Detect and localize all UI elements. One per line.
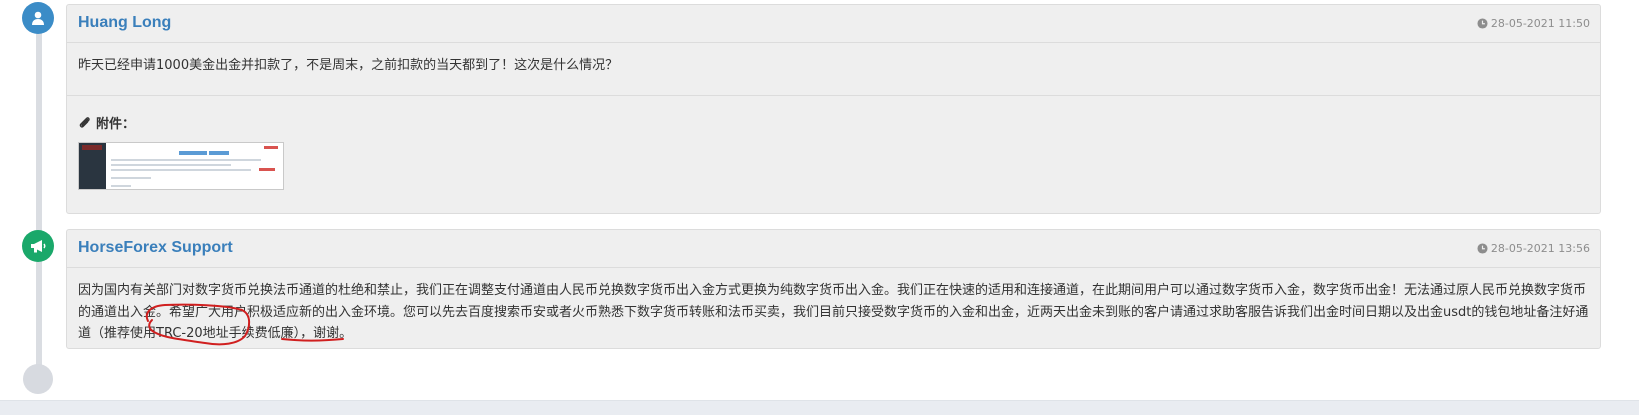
- attachment-thumbnail[interactable]: [78, 142, 284, 190]
- clock-icon: [1477, 243, 1488, 254]
- timeline-end-dot: [23, 364, 53, 394]
- timestamp-text: 28-05-2021 11:50: [1490, 17, 1590, 30]
- page-footer-strip: [0, 400, 1639, 415]
- megaphone-icon: [31, 240, 46, 253]
- ticket-reply-card: Huang Long 28-05-2021 11:50 昨天已经申请1000美金…: [66, 4, 1601, 214]
- timeline-line: [36, 16, 42, 376]
- reply-header: Huang Long 28-05-2021 11:50: [67, 5, 1600, 43]
- author-name: HorseForex Support: [78, 239, 233, 256]
- author-name: Huang Long: [78, 14, 172, 31]
- ticket-reply-card: HorseForex Support 28-05-2021 13:56 因为国内…: [66, 229, 1601, 349]
- support-avatar: [22, 230, 54, 262]
- reply-header: HorseForex Support 28-05-2021 13:56: [67, 230, 1600, 268]
- reply-message: 昨天已经申请1000美金出金并扣款了，不是周末，之前扣款的当天都到了！这次是什么…: [67, 43, 1600, 96]
- paperclip-icon: [79, 116, 90, 128]
- attachments-heading: 附件：: [78, 113, 135, 132]
- timestamp-text: 28-05-2021 13:56: [1490, 242, 1590, 255]
- reply-timestamp: 28-05-2021 13:56: [1477, 242, 1590, 255]
- user-avatar: [22, 2, 54, 34]
- clock-icon: [1477, 18, 1488, 29]
- reply-timestamp: 28-05-2021 11:50: [1477, 17, 1590, 30]
- reply-message: 因为国内有关部门对数字货币兑换法币通道的杜绝和禁止，我们正在调整支付通道由人民币…: [78, 283, 1589, 341]
- attachments-label: 附件：: [96, 117, 136, 132]
- user-icon: [32, 11, 44, 25]
